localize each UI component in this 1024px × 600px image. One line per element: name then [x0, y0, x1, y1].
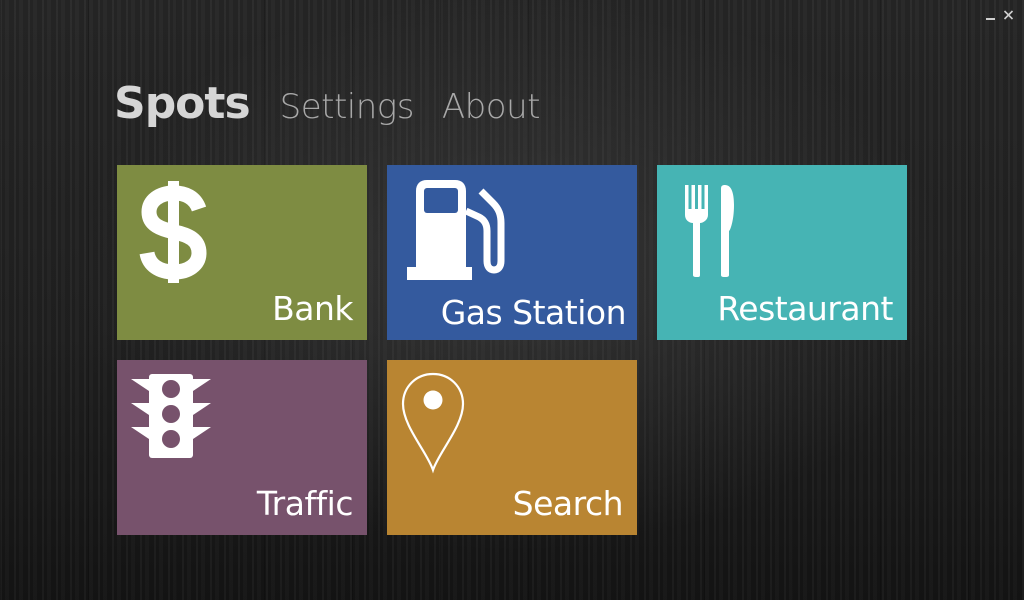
tile-restaurant[interactable]: Restaurant	[657, 165, 907, 340]
nav-spots[interactable]: Spots	[114, 78, 251, 129]
nav-settings[interactable]: Settings	[280, 87, 415, 127]
tile-traffic[interactable]: Traffic	[117, 360, 367, 535]
close-icon[interactable]	[1002, 8, 1014, 22]
tile-gas-station-label: Gas Station	[440, 293, 627, 332]
tile-search[interactable]: Search	[387, 360, 637, 535]
tile-traffic-label: Traffic	[256, 484, 354, 523]
tile-bank[interactable]: Bank	[117, 165, 367, 340]
minimize-icon[interactable]	[984, 8, 996, 22]
tile-restaurant-label: Restaurant	[717, 289, 893, 328]
main-nav: Spots Settings About	[114, 78, 568, 129]
map-pin-icon	[401, 372, 465, 474]
nav-about[interactable]: About	[442, 87, 541, 127]
fuel-pump-icon	[407, 179, 507, 281]
window-controls	[984, 8, 1014, 22]
fork-knife-icon	[683, 183, 737, 279]
tile-bank-label: Bank	[272, 289, 353, 328]
tile-search-label: Search	[512, 484, 624, 523]
tile-gas-station[interactable]: Gas Station	[387, 165, 637, 340]
traffic-light-icon	[131, 374, 211, 460]
dollar-icon	[139, 179, 209, 285]
